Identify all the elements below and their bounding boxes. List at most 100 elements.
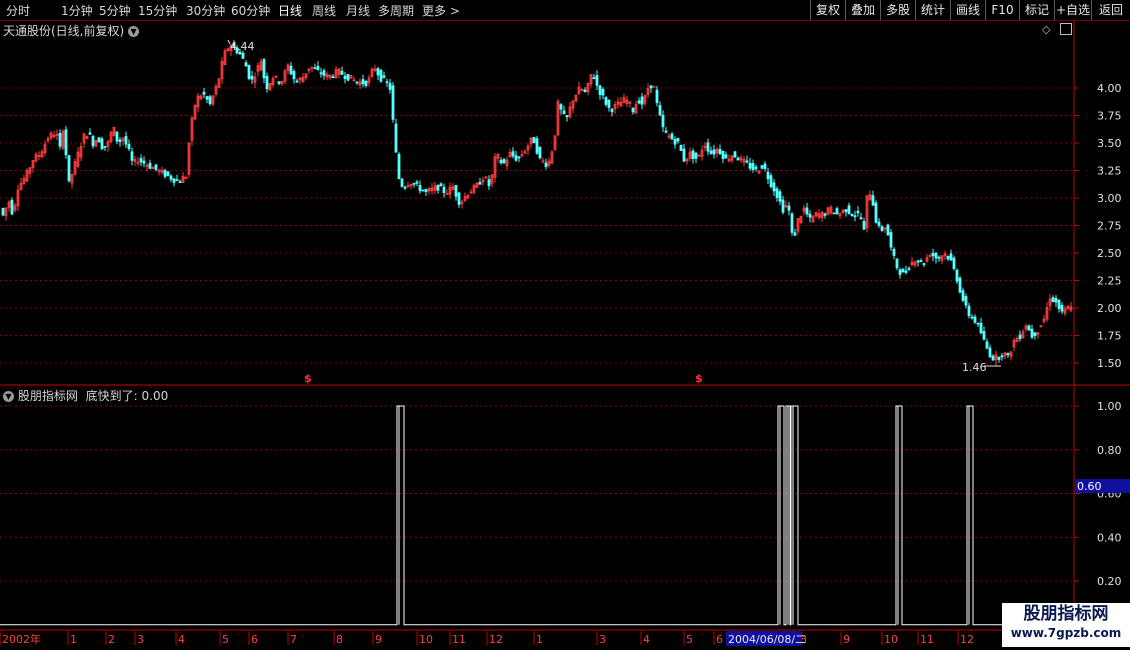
stock-title: 天通股份(日线,前复权) bbox=[3, 24, 125, 38]
candle-body bbox=[241, 52, 245, 59]
candle-body bbox=[673, 139, 677, 145]
period-tab-15min[interactable]: 15分钟 bbox=[138, 2, 177, 19]
candle-body bbox=[145, 164, 149, 167]
candle-body bbox=[766, 171, 770, 180]
candle-body bbox=[307, 68, 311, 72]
candle-body bbox=[280, 80, 284, 85]
x-axis-label: 10 bbox=[419, 633, 433, 646]
candle-body bbox=[409, 184, 413, 187]
main-y-tick-label: 3.25 bbox=[1097, 165, 1122, 178]
candle-body bbox=[286, 64, 290, 71]
candle-body bbox=[184, 177, 188, 179]
indicator-y-tick-label: 0.60 bbox=[1097, 488, 1122, 501]
candle-body bbox=[1000, 355, 1004, 358]
candle-body bbox=[868, 194, 872, 201]
candle-body bbox=[64, 129, 68, 156]
period-tab-monthly[interactable]: 月线 bbox=[346, 2, 370, 19]
candle-body bbox=[679, 144, 683, 152]
candle-body bbox=[166, 171, 170, 176]
f10-button[interactable]: F10 bbox=[985, 0, 1019, 20]
candle-body bbox=[298, 77, 302, 81]
period-tab-1min[interactable]: 1分钟 bbox=[61, 2, 93, 19]
period-tab-weekly[interactable]: 周线 bbox=[312, 2, 336, 19]
chevron-down-icon[interactable]: ▼ bbox=[128, 26, 140, 37]
candle-body bbox=[718, 149, 722, 155]
watermark-line2: www.7gpzb.com bbox=[1010, 626, 1122, 640]
overlay-button[interactable]: 叠加 bbox=[845, 0, 880, 20]
candle-body bbox=[238, 51, 242, 55]
candle-body bbox=[46, 138, 50, 142]
x-axis-label: 3 bbox=[137, 633, 144, 646]
candle-body bbox=[622, 97, 626, 104]
candle-body bbox=[220, 60, 224, 80]
adjust-button[interactable]: 复权 bbox=[810, 0, 845, 20]
candle-body bbox=[490, 174, 494, 184]
candle-body bbox=[334, 69, 338, 78]
panel-toggle-icon[interactable] bbox=[1060, 23, 1072, 35]
x-axis-label: 5 bbox=[686, 633, 693, 646]
chevron-right-icon: > bbox=[449, 4, 460, 18]
candle-body bbox=[394, 123, 398, 153]
toolbar: 分时 1分钟 5分钟 15分钟 30分钟 60分钟 日线 周线 月线 多周期 更… bbox=[0, 0, 1130, 20]
statistics-button[interactable]: 统计 bbox=[915, 0, 950, 20]
candle-body bbox=[193, 104, 197, 120]
x-axis-label: 12 bbox=[960, 633, 974, 646]
candle-body bbox=[433, 185, 437, 191]
draw-line-button[interactable]: 画线 bbox=[950, 0, 985, 20]
candle-body bbox=[292, 71, 296, 80]
candle-body bbox=[349, 74, 353, 79]
candle-body bbox=[85, 135, 89, 139]
candle-body bbox=[97, 137, 101, 143]
mark-button[interactable]: 标记 bbox=[1019, 0, 1054, 20]
period-tab-more[interactable]: 更多 > bbox=[422, 2, 460, 19]
indicator-formula: 底快到了: 0.00 bbox=[85, 389, 169, 403]
multi-stock-button[interactable]: 多股 bbox=[880, 0, 915, 20]
candle-body bbox=[937, 256, 941, 259]
candle-body bbox=[613, 104, 617, 110]
diamond-icon[interactable]: ◇ bbox=[1042, 23, 1050, 36]
back-button[interactable]: 返回 bbox=[1091, 0, 1130, 20]
period-tab-multi[interactable]: 多周期 bbox=[378, 2, 414, 19]
period-tab-60min[interactable]: 60分钟 bbox=[231, 2, 270, 19]
candle-body bbox=[268, 82, 272, 91]
candle-body bbox=[4, 207, 8, 217]
candle-body bbox=[598, 85, 602, 95]
candle-body bbox=[928, 255, 932, 257]
candle-body bbox=[1042, 318, 1046, 322]
candle-body bbox=[289, 65, 293, 75]
add-watchlist-button[interactable]: +自选 bbox=[1054, 0, 1091, 20]
main-y-tick-label: 4.00 bbox=[1097, 82, 1122, 95]
candle-body bbox=[709, 150, 713, 154]
candle-body bbox=[865, 195, 869, 229]
indicator-signal-line bbox=[0, 405, 1074, 626]
candle-body bbox=[214, 85, 218, 95]
candle-body bbox=[664, 130, 668, 133]
candle-body bbox=[52, 134, 56, 138]
chevron-down-icon[interactable]: ▼ bbox=[3, 391, 14, 402]
candle-body bbox=[25, 170, 29, 182]
period-tab-intraday[interactable]: 分时 bbox=[6, 2, 30, 19]
candle-body bbox=[898, 269, 902, 275]
candle-body bbox=[79, 145, 83, 158]
main-y-tick-label: 1.50 bbox=[1097, 357, 1122, 370]
candle-body bbox=[421, 189, 425, 192]
candle-body bbox=[634, 104, 638, 114]
x-axis-label: 9 bbox=[375, 633, 382, 646]
period-tab-30min[interactable]: 30分钟 bbox=[186, 2, 225, 19]
candle-body bbox=[94, 140, 98, 147]
x-axis-label: 4 bbox=[178, 633, 185, 646]
candle-body bbox=[955, 269, 959, 282]
period-tab-5min[interactable]: 5分钟 bbox=[99, 2, 131, 19]
candle-body bbox=[331, 76, 335, 79]
indicator-y-tick-label: 1.00 bbox=[1097, 400, 1122, 413]
x-axis-label: 8 bbox=[800, 633, 807, 646]
candle-body bbox=[376, 68, 380, 76]
main-y-tick-label: 3.75 bbox=[1097, 110, 1122, 123]
candle-body bbox=[748, 162, 752, 169]
candle-body bbox=[169, 175, 173, 180]
period-tab-daily[interactable]: 日线 bbox=[278, 2, 302, 19]
candle-body bbox=[856, 210, 860, 214]
x-axis-label: 9 bbox=[843, 633, 850, 646]
candle-body bbox=[40, 151, 44, 158]
candle-body bbox=[391, 85, 395, 120]
